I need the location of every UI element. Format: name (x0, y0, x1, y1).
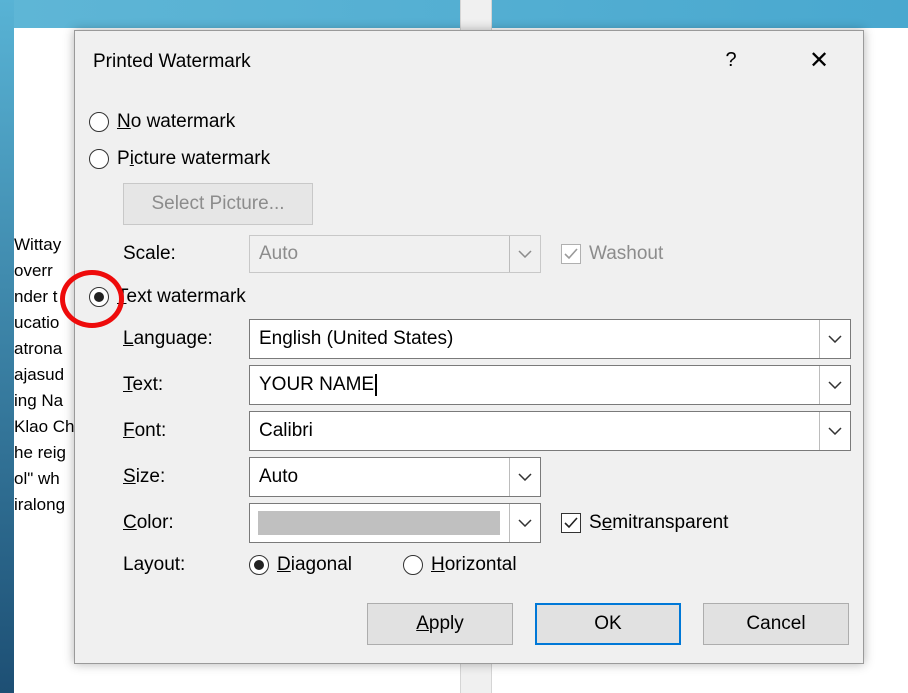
size-combobox[interactable]: Auto (249, 457, 541, 497)
radio-horizontal[interactable]: Horizontal (403, 554, 517, 576)
document-line: iralong (14, 495, 66, 514)
radio-button[interactable] (89, 112, 109, 132)
select-picture-button[interactable]: Select Picture... (123, 183, 313, 225)
close-icon: ✕ (808, 47, 830, 74)
language-label: Language: (123, 328, 213, 349)
radio-button[interactable] (249, 555, 269, 575)
chevron-down-icon[interactable] (819, 366, 850, 404)
scale-dropdown[interactable]: Auto (249, 235, 541, 273)
washout-checkbox[interactable]: Washout (561, 243, 663, 265)
radio-label: No watermark (117, 111, 236, 132)
semitransparent-label: Semitransparent (589, 512, 729, 533)
scale-value: Auto (259, 243, 299, 264)
radio-label: Horizontal (431, 554, 517, 575)
radio-label: Text watermark (117, 286, 246, 307)
radio-picture-watermark[interactable]: Picture watermark (89, 148, 270, 170)
washout-label: Washout (589, 243, 664, 264)
desktop-background-top (0, 0, 908, 28)
language-dropdown[interactable]: English (United States) (249, 319, 851, 359)
document-line: overr (14, 261, 53, 280)
checkbox[interactable] (561, 513, 581, 533)
layout-label: Layout: (123, 554, 186, 575)
text-combobox[interactable]: YOUR NAME (249, 365, 851, 405)
cancel-button[interactable]: Cancel (703, 603, 849, 645)
radio-button[interactable] (89, 287, 109, 307)
document-line: Wittay (14, 235, 62, 254)
text-input[interactable]: YOUR NAME (259, 366, 377, 404)
language-value: English (United States) (259, 328, 454, 349)
chevron-down-icon[interactable] (819, 412, 850, 450)
document-body-text: Wittay overr nder t ucatio atrona ajasud… (14, 232, 80, 518)
radio-button[interactable] (403, 555, 423, 575)
checkbox[interactable] (561, 244, 581, 264)
ok-button[interactable]: OK (535, 603, 681, 645)
font-combobox[interactable]: Calibri (249, 411, 851, 451)
chevron-down-icon[interactable] (509, 504, 540, 542)
text-cursor (375, 374, 377, 396)
document-line: atrona (14, 339, 63, 358)
document-line: ol" wh (14, 469, 60, 488)
document-line: ucatio (14, 313, 60, 332)
radio-label: Picture watermark (117, 148, 271, 169)
document-line: ajasud (14, 365, 65, 384)
semitransparent-checkbox[interactable]: Semitransparent (561, 512, 728, 534)
help-button[interactable]: ? (721, 45, 741, 75)
document-line: he reig (14, 443, 66, 462)
chevron-down-icon[interactable] (509, 458, 540, 496)
color-dropdown[interactable] (249, 503, 541, 543)
radio-no-watermark[interactable]: No watermark (89, 111, 235, 133)
document-line: nder t (14, 287, 58, 306)
scale-label: Scale: (123, 243, 176, 264)
color-label: Color: (123, 512, 174, 533)
radio-button[interactable] (89, 149, 109, 169)
font-value: Calibri (259, 420, 313, 441)
font-label: Font: (123, 420, 167, 441)
radio-diagonal[interactable]: Diagonal (249, 554, 352, 576)
desktop-background-left (0, 0, 14, 693)
radio-selected-dot (254, 560, 264, 570)
close-button[interactable]: ✕ (803, 45, 835, 77)
size-label: Size: (123, 466, 166, 487)
chevron-down-icon[interactable] (509, 236, 540, 272)
dialog-title: Printed Watermark (93, 51, 251, 72)
document-line: Klao Ch (14, 417, 75, 436)
printed-watermark-dialog: Printed Watermark ? ✕ No watermark Pictu… (74, 30, 864, 664)
size-value: Auto (259, 466, 299, 487)
document-line: ing Na (14, 391, 64, 410)
color-swatch (258, 511, 500, 535)
chevron-down-icon[interactable] (819, 320, 850, 358)
radio-label: Diagonal (277, 554, 353, 575)
radio-text-watermark[interactable]: Text watermark (89, 286, 246, 308)
apply-button[interactable]: Apply (367, 603, 513, 645)
radio-selected-dot (94, 292, 104, 302)
text-label: Text: (123, 374, 164, 395)
